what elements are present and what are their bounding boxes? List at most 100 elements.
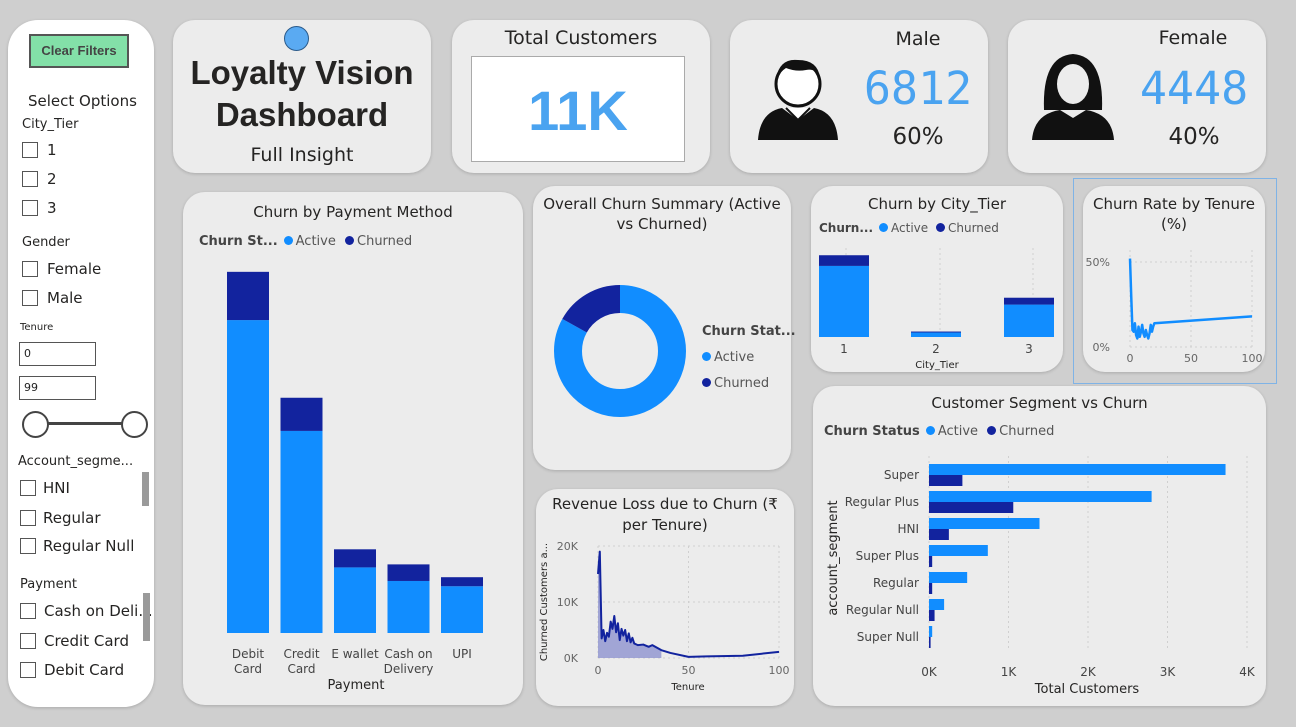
summary-legend-title: Churn Stat... — [702, 324, 796, 339]
city-tier-2-checkbox[interactable] — [22, 171, 38, 187]
revenue-x-tick-0: 0 — [595, 664, 602, 677]
tenure-min-input[interactable]: 0 — [19, 342, 96, 366]
segment-bar-active-3 — [929, 545, 988, 556]
segment-x-tick-2: 2K — [1080, 665, 1097, 679]
logo-circle — [284, 26, 309, 51]
segment-y-tick-1: Regular Plus — [845, 495, 919, 509]
payment-debit-card-checkbox[interactable] — [20, 662, 36, 678]
female-percent: 40% — [1168, 124, 1220, 150]
payment-bar-active-4 — [441, 586, 483, 633]
segment-y-tick-4: Regular — [873, 576, 919, 590]
payment-cod-label: Cash on Deli... — [44, 602, 153, 620]
select-options-heading: Select Options — [28, 92, 137, 110]
female-label: Female — [1158, 27, 1228, 49]
tenure-x-tick-2: 100 — [1242, 352, 1263, 365]
revenue-y-tick-0: 0K — [564, 652, 579, 665]
gender-male-checkbox[interactable] — [22, 290, 38, 306]
segment-bar-churned-6 — [929, 637, 931, 648]
payment-bar-churned-1 — [280, 397, 323, 431]
male-percent: 60% — [892, 124, 944, 150]
dashboard-title: Loyalty Vision Dashboard — [173, 52, 431, 136]
total-customers-value: 11K — [528, 79, 628, 142]
revenue-y-tick-1: 10K — [557, 596, 579, 609]
segment-hni-checkbox[interactable] — [20, 480, 36, 496]
segment-regular-null-checkbox[interactable] — [20, 538, 36, 554]
filter-panel: Clear Filters Select Options City_Tier 1… — [8, 20, 154, 707]
city-x-tick-0: 1 — [840, 342, 848, 356]
payment-chart-plot: DebitCardCreditCardE wallet Cash onDelive… — [227, 271, 483, 676]
payment-scrollbar[interactable] — [143, 593, 150, 641]
segment-chart-plot: Super Regular Plus HNI Super Plus Regular Reg… — [826, 456, 1256, 679]
payment-credit-card-checkbox[interactable] — [20, 633, 36, 649]
tenure-slider-min-handle[interactable] — [22, 411, 49, 438]
male-avatar-icon — [752, 48, 844, 140]
city-bar-active-1 — [911, 332, 961, 337]
city-tier-1-label: 1 — [47, 141, 57, 159]
payment-x-tick-0-1: Card — [234, 662, 262, 676]
female-card: Female 4448 40% — [1008, 20, 1266, 173]
payment-bar-churned-0 — [227, 271, 269, 321]
dashboard-title-line1: Loyalty Vision — [190, 54, 414, 91]
revenue-x-tick-2: 100 — [769, 664, 790, 677]
segment-x-tick-3: 3K — [1160, 665, 1177, 679]
summary-legend-active-dot — [702, 352, 711, 361]
summary-legend-active: Active — [702, 345, 796, 371]
payment-x-tick-3-0: Cash on — [384, 647, 432, 661]
tenure-label: Tenure — [20, 322, 54, 333]
gender-label: Gender — [22, 235, 70, 250]
city-bar-churned-2 — [1004, 297, 1054, 305]
city-chart-card: Churn by City_Tier Churn... Active Churne… — [811, 186, 1063, 372]
payment-bar-churned-2 — [334, 549, 376, 568]
revenue-chart-plot: 0K 10K 20K 0 50 100 Churned Customers a... — [539, 540, 790, 677]
segment-y-tick-5: Regular Null — [846, 603, 919, 617]
segment-regular-null-label: Regular Null — [43, 537, 135, 555]
clear-filters-button[interactable]: Clear Filters — [29, 34, 129, 68]
city-tier-3-checkbox[interactable] — [22, 200, 38, 216]
summary-legend-churned-label: Churned — [714, 376, 770, 391]
payment-bar-active-3 — [387, 580, 430, 633]
summary-legend-churned-dot — [702, 378, 711, 387]
city-x-tick-2: 3 — [1025, 342, 1033, 356]
segment-bar-churned-4 — [929, 583, 933, 594]
segment-bar-active-2 — [929, 518, 1040, 529]
city-bar-churned-0 — [819, 255, 869, 266]
segment-bar-active-4 — [929, 572, 968, 583]
payment-x-axis-title: Payment — [327, 678, 385, 693]
revenue-x-tick-1: 50 — [682, 664, 696, 677]
donut-ring — [554, 285, 686, 417]
segment-regular-label: Regular — [43, 509, 101, 527]
segment-x-tick-1: 1K — [1001, 665, 1018, 679]
payment-bar-churned-3 — [387, 564, 430, 581]
city-tier-label: City_Tier — [22, 117, 79, 132]
payment-x-tick-1-0: Credit — [283, 647, 319, 661]
city-tier-1-checkbox[interactable] — [22, 142, 38, 158]
tenure-slider-track[interactable] — [34, 422, 134, 425]
dashboard-subtitle: Full Insight — [250, 144, 354, 166]
segment-hni-label: HNI — [43, 479, 70, 497]
segment-y-tick-6: Super Null — [857, 630, 919, 644]
segment-x-axis-title: Total Customers — [1034, 682, 1140, 697]
female-value: 4448 — [1139, 62, 1249, 115]
segment-bar-churned-2 — [929, 529, 949, 540]
segment-y-tick-3: Super Plus — [856, 549, 919, 563]
tenure-rate-card: Churn Rate by Tenure (%) 50% 0% 0 50 100 — [1083, 186, 1265, 372]
segment-y-tick-0: Super — [884, 468, 919, 482]
segment-bar-active-5 — [929, 599, 945, 610]
summary-chart-card: Overall Churn Summary (Active vs Churned… — [533, 186, 796, 470]
summary-legend-churned: Churned — [702, 371, 796, 397]
summary-legend-active-label: Active — [714, 350, 755, 365]
tenure-max-input[interactable]: 99 — [19, 376, 96, 400]
segment-bar-active-1 — [929, 491, 1152, 502]
city-tier-2-label: 2 — [47, 170, 57, 188]
segment-regular-checkbox[interactable] — [20, 510, 36, 526]
gender-female-checkbox[interactable] — [22, 261, 38, 277]
segment-x-tick-0: 0K — [921, 665, 938, 679]
segment-chart-card: Customer Segment vs Churn Churn Status Ac… — [813, 386, 1266, 706]
revenue-y-axis-title: Churned Customers a... — [539, 543, 550, 661]
segment-scrollbar[interactable] — [142, 472, 149, 506]
segment-bar-churned-0 — [929, 475, 963, 486]
payment-x-tick-3-1: Delivery — [384, 662, 434, 676]
city-bar-active-0 — [819, 265, 869, 337]
tenure-slider-max-handle[interactable] — [121, 411, 148, 438]
payment-cod-checkbox[interactable] — [20, 603, 36, 619]
